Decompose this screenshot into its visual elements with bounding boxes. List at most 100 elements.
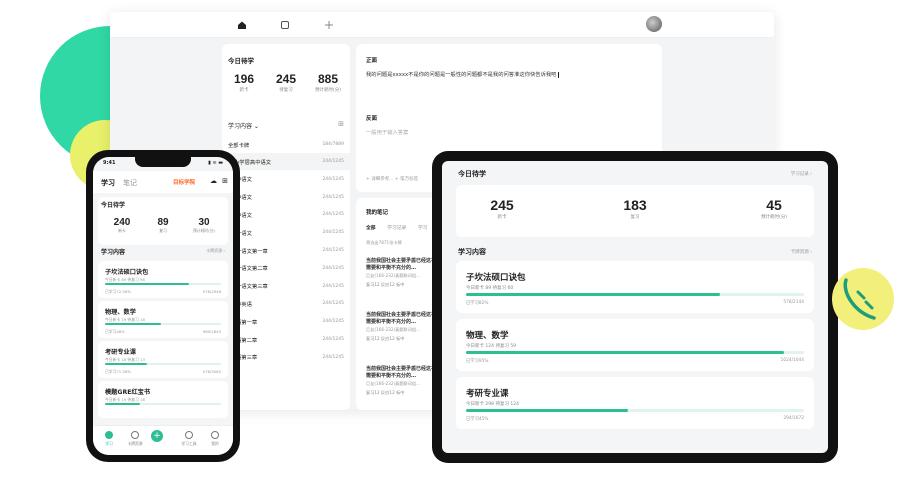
home-icon[interactable] — [235, 18, 249, 32]
today-title: 今日待学 — [228, 57, 254, 65]
course-name: 物理、数学 — [466, 331, 509, 341]
list-item[interactable]: 小学层高中语文 244/1245 — [222, 153, 350, 170]
note-foot: 复习12 反应12 标中 — [366, 336, 405, 341]
plus-icon[interactable] — [322, 18, 336, 32]
content-title[interactable]: 学习内容 ⌄ — [228, 121, 259, 130]
course-card[interactable]: 物理、数学 今日新卡 19 待复习 18 已学习48% 960/1843 — [98, 301, 228, 338]
progress-bar — [466, 409, 804, 412]
nav-label: 卡牌资源 — [127, 441, 143, 446]
square-icon[interactable] — [278, 18, 292, 32]
course-count: 576/5065 — [202, 369, 221, 374]
stat-value: 30 — [198, 217, 210, 228]
list-item[interactable]: 中英语 244/1245 — [222, 295, 350, 312]
list-item-count: 184/7889 — [322, 142, 344, 147]
list-item-count: 244/1245 — [322, 283, 344, 289]
course-card[interactable]: 物理、数学 今日新卡 124 待复习 59 已学习95% 1024/1044 — [456, 319, 814, 371]
list-item[interactable]: 语第二章 244/1245 — [222, 331, 350, 348]
list-item-count: 244/1245 — [322, 301, 344, 307]
course-count: 1024/1044 — [780, 358, 804, 363]
list-item-count: 244/1245 — [322, 248, 344, 253]
back-input[interactable]: 一般用于输入答案 — [366, 128, 408, 136]
brand-logo: 目标学院 — [173, 180, 196, 186]
course-card[interactable]: 子坎法硕口诀包 今日新卡 89 待复习 60 已学习82% 578/2144 — [456, 261, 814, 313]
stat-label: 新卡 — [497, 215, 507, 220]
add-icon[interactable]: ⊞ — [222, 177, 228, 185]
status-icons: ▮ ≋ ▬ — [208, 160, 223, 166]
stat-new: 196 新卡 — [226, 72, 262, 93]
list-item[interactable]: 一语文 244/1245 — [222, 224, 350, 241]
study-records-link[interactable]: 学习记录 › — [791, 171, 812, 177]
course-progress-text: 已学习72.58% — [105, 289, 131, 294]
stat-review: 245 待复习 — [268, 72, 304, 93]
desktop-sidebar: 今日待学 196 新卡 245 待复习 885 预计耗时(分) 学习内容 ⌄ ⊞… — [222, 44, 350, 410]
note-text: 当前我国社会主要矛盾已经这不需要和平衡不充分的… — [366, 258, 437, 271]
list-item[interactable]: 语第一章 244/1245 — [222, 313, 350, 330]
resources-link[interactable]: 卡牌资源 › — [206, 248, 225, 254]
note-card[interactable]: 当前我国社会主要矛盾已经这不需要和平衡不充分的… 巨友(166-232)真题联词… — [366, 312, 436, 342]
note-card[interactable]: 当前我国社会主要矛盾已经这不需要和平衡不充分的… 巨友(166-232)真题联词… — [366, 366, 436, 396]
course-name: 物理、数学 — [105, 309, 136, 316]
list-item-name: 一语文第三章 — [236, 284, 268, 291]
course-meta: 今日新卡 298 待复习 124 — [466, 402, 519, 407]
stat-new: 240 新卡 — [102, 217, 142, 234]
note-card[interactable]: 当前我国社会主要矛盾已经这不需要和平衡不充分的… 巨友(166-232)真题联词… — [366, 258, 436, 288]
nav-resources[interactable]: 卡牌资源 — [123, 431, 147, 447]
course-card[interactable]: 考研专业课 今日新卡 18 待复习 13 已学习71.58% 576/5065 — [98, 341, 228, 378]
back-label: 反面 — [366, 116, 378, 122]
front-text: 我的问题是xxxxx不是你的问题是一般性的问题都不是我的问答准这你快告诉我吧 — [366, 72, 557, 78]
list-item[interactable]: 中语文 244/1245 — [222, 189, 350, 206]
progress-fill — [466, 351, 784, 354]
tablet-device: 今日待学 学习记录 › 245 新卡 183 复习 45 预计耗时(分) 学习内… — [432, 151, 838, 463]
notes-filter-hint: 筛选出7871张卡牌 — [366, 240, 402, 245]
stat-label: 预计耗时(分) — [193, 228, 215, 233]
list-item[interactable]: 一语文第三章 244/1245 — [222, 278, 350, 295]
tab-study[interactable]: 学习 — [418, 226, 428, 231]
course-name: 模题GRE红宝书 — [105, 389, 151, 396]
note-foot: 复习12 反应12 标中 — [366, 390, 405, 395]
nav-tools[interactable]: 学习工具 — [177, 431, 201, 447]
course-progress-text: 已学习82% — [466, 301, 489, 306]
phone-device: 9:41 ▮ ≋ ▬ 学习 笔记 目标学院 ☁ ⊞ 今日待学 240 新卡 89… — [86, 150, 240, 462]
course-count: 960/1843 — [202, 329, 221, 334]
cloud-icon — [131, 431, 139, 439]
course-count: 578/2946 — [202, 289, 221, 294]
add-folder-icon[interactable]: ⊞ — [338, 120, 344, 128]
resources-link[interactable]: 卡牌资源 › — [791, 249, 812, 255]
nav-label: 学习工具 — [181, 441, 197, 446]
list-item-name: 一语文第二章 — [236, 266, 268, 273]
front-input[interactable]: 我的问题是xxxxx不是你的问题是一般性的问题都不是我的问答准这你快告诉我吧 — [366, 70, 560, 78]
add-card-button[interactable]: + — [151, 430, 163, 442]
phone-call-icon — [843, 278, 876, 320]
cloud-icon[interactable]: ☁ — [210, 177, 217, 185]
nav-study[interactable]: 学习 — [97, 431, 121, 447]
course-card[interactable]: 考研专业课 今日新卡 298 待复习 124 已学习45% 294/1672 — [456, 377, 814, 429]
course-card[interactable]: 模题GRE红宝书 今日新卡 19 待复习 18 — [98, 381, 228, 418]
front-label: 正面 — [366, 58, 378, 64]
nav-me[interactable]: 我的 — [203, 431, 227, 447]
list-item[interactable]: 中语文 244/1245 — [222, 206, 350, 223]
tab-all[interactable]: 全部 — [366, 226, 376, 231]
phone-notch — [135, 157, 191, 167]
marketing-hero: 今日待学 196 新卡 245 待复习 885 预计耗时(分) 学习内容 ⌄ ⊞… — [0, 0, 903, 496]
list-item-all[interactable]: 全部卡牌 184/7889 — [222, 136, 350, 153]
progress-bar — [105, 403, 221, 405]
list-item[interactable]: 语第三章 244/1245 — [222, 349, 350, 366]
tab-records[interactable]: 学习记录 — [387, 226, 406, 231]
nav-label: 我的 — [211, 441, 219, 446]
stat-review: 183 复习 — [605, 197, 665, 220]
stat-value: 885 — [317, 72, 339, 86]
stat-new: 245 新卡 — [472, 197, 532, 220]
avatar[interactable] — [646, 16, 662, 32]
course-card[interactable]: 子坎法硕口诀包 今日新卡 89 待复习 98 已学习72.58% 578/2946 — [98, 261, 228, 298]
stat-time: 885 预计耗时(分) — [310, 72, 346, 93]
course-progress-text: 已学习45% — [466, 417, 489, 422]
tags-row[interactable]: + 详细参考... + 笔万标签 — [366, 176, 418, 182]
tab-study[interactable]: 学习 — [101, 178, 115, 188]
progress-bar — [105, 323, 221, 325]
list-item[interactable]: 一语文第一章 244/1245 — [222, 242, 350, 259]
tools-icon — [185, 431, 193, 439]
list-item[interactable]: 中语文 244/1245 — [222, 171, 350, 188]
list-item[interactable]: 一语文第二章 244/1245 — [222, 260, 350, 277]
tab-notes[interactable]: 笔记 — [123, 178, 137, 188]
list-item-count: 244/1245 — [322, 230, 344, 236]
